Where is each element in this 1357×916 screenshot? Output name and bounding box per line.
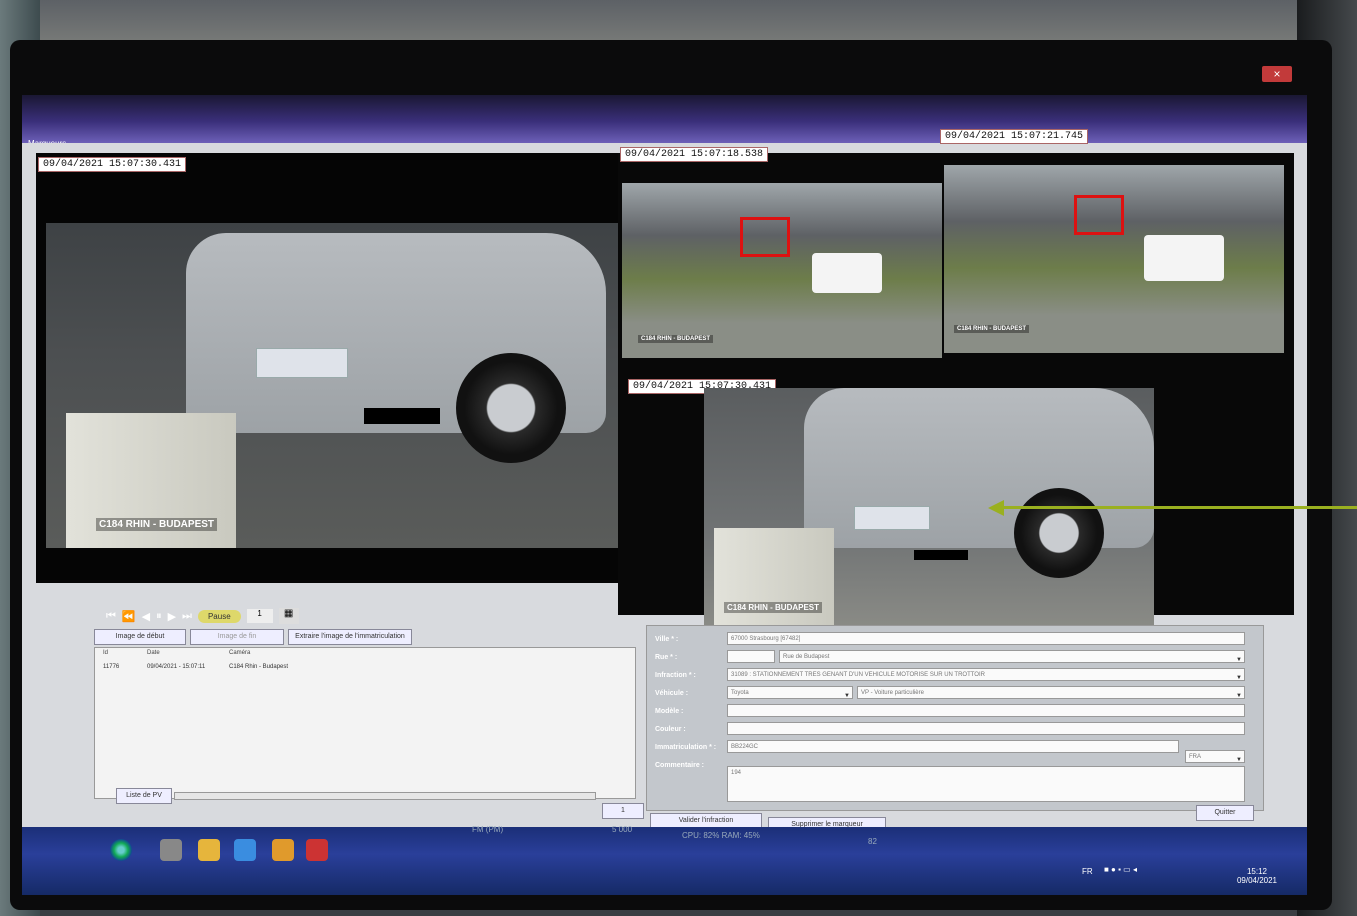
application-window: 09/04/2021 15:07:30.431 C184 RHIN - BUDA… — [22, 129, 1307, 833]
wheel-image — [1014, 488, 1104, 578]
brand-value: Toyota — [731, 690, 749, 696]
row-id[interactable]: 11776 — [103, 664, 119, 670]
rue-field[interactable]: Rue de Budapest ▼ — [779, 650, 1245, 663]
modele-label: Modèle : — [655, 707, 684, 715]
right-video-panel: 09/04/2021 15:07:18.538 09/04/2021 15:07… — [618, 129, 1294, 628]
main-video-frame: C184 RHIN - BUDAPEST — [46, 223, 630, 548]
infraction-form: Ville * : 67000 Strasbourg [67482] Rue *… — [646, 625, 1264, 811]
country-value: FRA — [1189, 754, 1201, 760]
chevron-down-icon: ▼ — [1236, 675, 1242, 681]
infraction-value: 31089 : STATIONNEMENT TRES GENANT D'UN V… — [731, 672, 985, 678]
immatriculation-field[interactable]: BB224GC — [727, 740, 1179, 753]
taskbar-item-cpu: CPU: 82% RAM: 45% — [682, 831, 760, 840]
folder-icon[interactable] — [198, 839, 220, 861]
row-camera[interactable]: C184 Rhin - Budapest — [229, 664, 288, 670]
rue-value: Rue de Budapest — [783, 654, 830, 660]
rue-number-field[interactable] — [727, 650, 775, 663]
speed-stepper[interactable]: 1 — [246, 609, 273, 623]
rewind-icon[interactable]: ⏪ — [122, 610, 136, 623]
start-button-icon[interactable] — [110, 839, 132, 861]
marker-list: Id Date Caméra 11776 09/04/2021 - 15:07:… — [94, 647, 636, 799]
chevron-down-icon: ▼ — [1236, 693, 1242, 699]
first-frame-icon[interactable]: ⏮ — [106, 610, 116, 623]
calendar-icon[interactable]: ▦ — [278, 608, 299, 624]
main-video-panel[interactable]: 09/04/2021 15:07:30.431 C184 RHIN - BUDA… — [36, 153, 632, 624]
chevron-down-icon: ▼ — [844, 693, 850, 699]
thumbnail-1-location: C184 RHIN - BUDAPEST — [638, 335, 714, 343]
column-header-id: Id — [103, 650, 109, 656]
vehicle-type-select[interactable]: VP - Voiture particulière ▼ — [857, 686, 1245, 699]
progress-bar — [174, 792, 596, 800]
close-window-button[interactable]: × — [1262, 66, 1292, 82]
truck-image — [1144, 235, 1224, 281]
couleur-label: Couleur : — [655, 725, 686, 733]
taskbar-item-status: 82 — [868, 837, 877, 846]
highlight-box — [740, 217, 790, 257]
rue-label: Rue * : — [655, 653, 678, 661]
thumbnail-1[interactable]: C184 RHIN - BUDAPEST — [622, 183, 942, 358]
taskbar-clock[interactable]: 15:12 09/04/2021 — [1237, 867, 1277, 885]
monitor-screen: Marqueurs 09/04/2021 15:07:30.431 C184 R… — [22, 95, 1307, 895]
step-forward-icon[interactable]: ⏭ — [182, 610, 192, 623]
thumbnail-2-location: C184 RHIN - BUDAPEST — [954, 325, 1030, 333]
ville-field[interactable]: 67000 Strasbourg [67482] — [727, 632, 1245, 645]
annotation-arrow-line — [1000, 506, 1357, 509]
main-video-location: C184 RHIN - BUDAPEST — [96, 518, 218, 531]
end-image-button[interactable]: Image de fin — [190, 629, 284, 645]
annotation-arrow-head — [988, 500, 1004, 516]
brand-select[interactable]: Toyota ▼ — [727, 686, 853, 699]
tray-icons[interactable]: ■ ● ▪ ▭ ◂ — [1104, 865, 1137, 874]
internet-explorer-icon[interactable] — [234, 839, 256, 861]
thumbnail-2-timestamp: 09/04/2021 15:07:21.745 — [940, 129, 1089, 144]
list-counter: 1 — [602, 803, 644, 819]
blurred-plate — [854, 506, 930, 530]
pv-list-button[interactable]: Liste de PV — [116, 788, 172, 804]
row-date[interactable]: 09/04/2021 - 15:07:11 — [147, 664, 205, 670]
printer-icon[interactable] — [160, 839, 182, 861]
taskbar-item-fm[interactable]: FM (PM) — [472, 825, 503, 834]
column-header-camera: Caméra — [229, 650, 251, 656]
thumbnail-2[interactable]: C184 RHIN - BUDAPEST — [944, 165, 1284, 353]
extract-plate-button[interactable]: Extraire l'image de l'immatriculation — [288, 629, 412, 645]
taskbar-item-counter: 5 000 — [612, 825, 633, 834]
start-image-button[interactable]: Image de début — [94, 629, 186, 645]
zoom-video-location: C184 RHIN - BUDAPEST — [724, 602, 823, 613]
playback-controls: ⏮ ⏪ ◀ ⏸ ▶ ⏭ Pause 1 ▦ — [106, 605, 299, 627]
commentaire-field[interactable]: 194 — [727, 766, 1245, 802]
app-marker-icon[interactable] — [306, 839, 328, 861]
vehicle-type-value: VP - Voiture particulière — [861, 690, 924, 696]
redaction-bar — [364, 408, 440, 424]
blurred-plate — [256, 348, 348, 378]
utility-box — [714, 528, 834, 628]
chevron-down-icon: ▼ — [1236, 657, 1242, 663]
quit-button[interactable]: Quitter — [1196, 805, 1254, 821]
infraction-label: Infraction * : — [655, 671, 696, 679]
media-player-icon[interactable] — [272, 839, 294, 861]
country-select[interactable]: FRA ▼ — [1185, 750, 1245, 763]
windows-taskbar: FM (PM) 5 000 CPU: 82% RAM: 45% 82 FR ■ … — [22, 825, 1307, 895]
clock-date: 09/04/2021 — [1236, 876, 1277, 885]
redaction-bar — [914, 550, 968, 560]
pause-button[interactable]: Pause — [197, 609, 241, 623]
step-back-icon[interactable]: ◀ — [142, 610, 150, 623]
immatriculation-label: Immatriculation * : — [655, 743, 717, 751]
truck-image — [812, 253, 882, 293]
thumbnail-1-timestamp: 09/04/2021 15:07:18.538 — [620, 147, 769, 162]
window-titlebar: Marqueurs — [22, 95, 1307, 148]
couleur-field[interactable] — [727, 722, 1245, 735]
main-video-timestamp: 09/04/2021 15:07:30.431 — [38, 157, 187, 172]
vehicule-label: Véhicule : — [655, 689, 689, 697]
column-header-date: Date — [147, 650, 160, 656]
clock-time: 15:12 — [1246, 867, 1267, 876]
infraction-select[interactable]: 31089 : STATIONNEMENT TRES GENANT D'UN V… — [727, 668, 1245, 681]
commentaire-label: Commentaire : — [655, 761, 705, 769]
modele-field[interactable] — [727, 704, 1245, 717]
wheel-image — [456, 353, 566, 463]
ville-label: Ville * : — [655, 635, 679, 643]
highlight-box — [1074, 195, 1124, 235]
play-icon[interactable]: ▶ — [168, 610, 176, 623]
language-indicator[interactable]: FR — [1082, 867, 1093, 876]
pause-icon[interactable]: ⏸ — [156, 610, 162, 623]
